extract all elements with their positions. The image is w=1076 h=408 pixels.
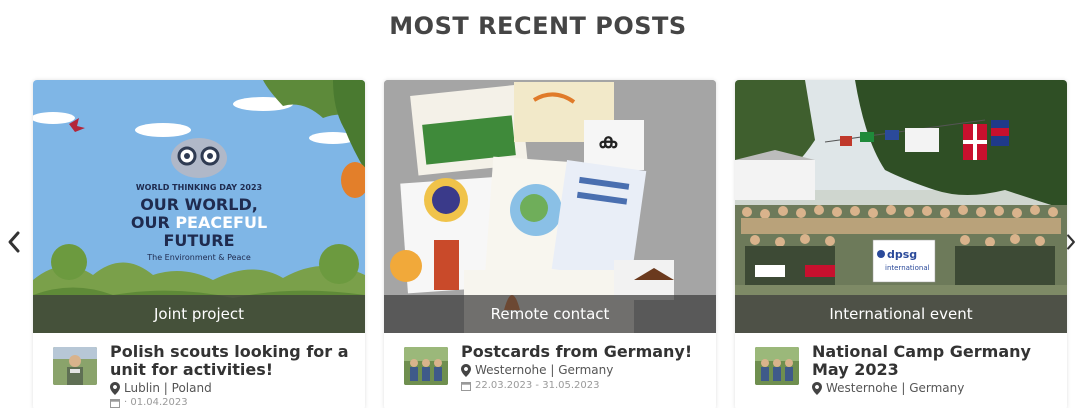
- post-image-national-camp[interactable]: dpsg international International event: [735, 80, 1067, 333]
- section-title: MOST RECENT POSTS: [389, 12, 687, 40]
- svg-text:OUR PEACEFUL: OUR PEACEFUL: [131, 213, 267, 232]
- post-title[interactable]: National Camp Germany May 2023: [812, 343, 1052, 379]
- location-text: Lublin | Poland: [124, 381, 212, 395]
- location-pin-icon: [110, 381, 120, 395]
- location-text: Westernohe | Germany: [475, 363, 614, 377]
- carousel-next-button[interactable]: [1066, 222, 1076, 262]
- post-location: Lublin | Poland: [110, 381, 212, 395]
- location-pin-icon: [461, 363, 471, 377]
- calendar-icon: [110, 398, 120, 408]
- post-image-world-thinking-day[interactable]: WORLD THINKING DAY 2023 OUR WORLD, OUR P…: [33, 80, 365, 333]
- location-pin-icon: [812, 381, 822, 395]
- post-card-national-camp[interactable]: dpsg international International event N…: [735, 80, 1067, 408]
- post-image-postcards[interactable]: ക Remote contact: [384, 80, 716, 333]
- post-card-polish-scouts[interactable]: WORLD THINKING DAY 2023 OUR WORLD, OUR P…: [33, 80, 365, 408]
- image-text-event: WORLD THINKING DAY 2023: [136, 183, 262, 192]
- chevron-left-icon: [8, 231, 20, 253]
- category-label: Remote contact: [384, 295, 716, 333]
- carousel-prev-button[interactable]: [4, 222, 24, 262]
- calendar-icon: [461, 381, 471, 391]
- post-card-postcards[interactable]: ക Remote contact Postcards from Germany!…: [384, 80, 716, 408]
- post-location: Westernohe | Germany: [812, 381, 964, 395]
- category-label: Joint project: [33, 295, 365, 333]
- post-location: Westernohe | Germany: [461, 363, 613, 377]
- post-title[interactable]: Polish scouts looking for a unit for act…: [110, 343, 350, 379]
- date-text: · 01.04.2023: [124, 397, 188, 408]
- svg-text:ക: ക: [598, 129, 618, 153]
- image-text-line2: OUR WORLD,: [140, 195, 258, 214]
- post-title[interactable]: Postcards from Germany!: [461, 343, 701, 361]
- location-text: Westernohe | Germany: [826, 381, 965, 395]
- chevron-right-icon: [1067, 234, 1075, 250]
- author-avatar: [755, 347, 799, 385]
- category-label: International event: [735, 295, 1067, 333]
- author-avatar: [53, 347, 97, 385]
- banner-text: dpsg: [887, 248, 917, 261]
- date-text: 22.03.2023 - 31.05.2023: [475, 380, 600, 391]
- image-text-line3b: PEACEFUL: [175, 213, 267, 232]
- image-text-line4: FUTURE: [163, 231, 234, 250]
- image-text-line5: The Environment & Peace: [146, 253, 251, 262]
- post-date: 22.03.2023 - 31.05.2023: [461, 380, 599, 391]
- post-date: · 01.04.2023: [110, 397, 188, 408]
- image-text-line3a: OUR: [131, 213, 175, 232]
- banner-sub-text: international: [885, 264, 930, 272]
- author-avatar: [404, 347, 448, 385]
